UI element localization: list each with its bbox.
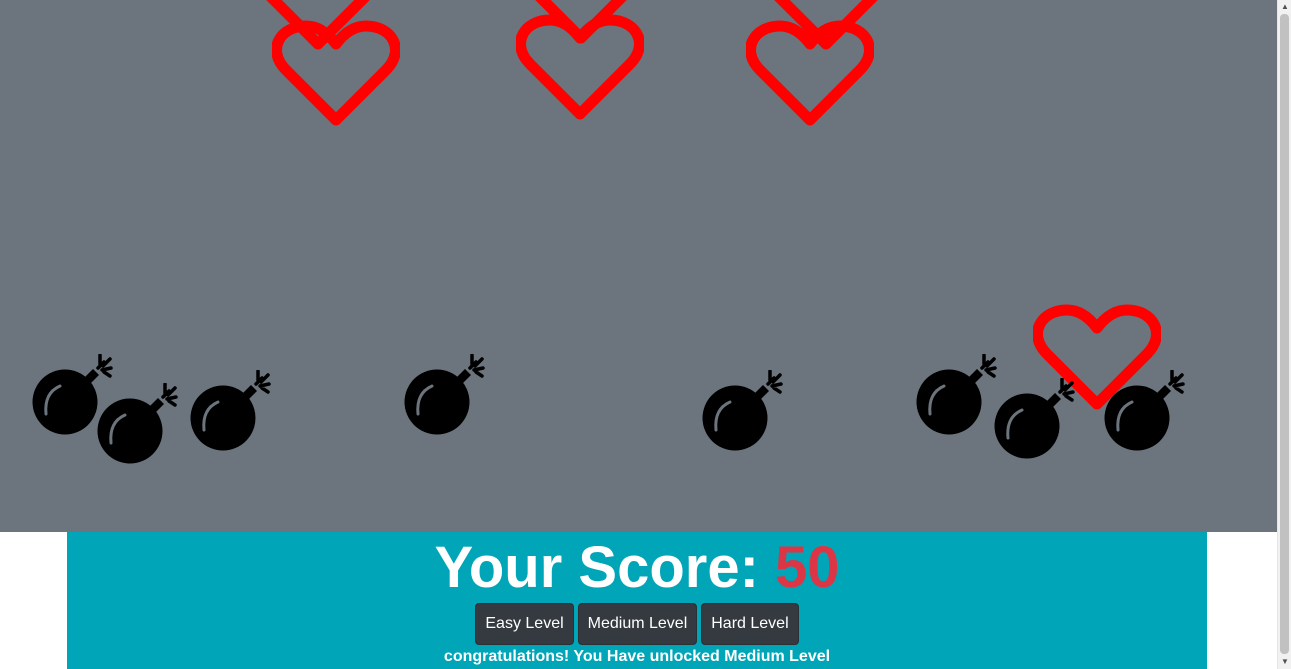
scroll-down-icon[interactable]: ▼ [1278,655,1291,669]
heart-outline-icon[interactable] [516,14,644,122]
bomb-icon[interactable] [404,354,486,436]
score-display: Your Score: 50 [67,535,1207,601]
vertical-scrollbar[interactable]: ▲ ▼ [1277,0,1291,669]
heart-outline-icon[interactable] [746,20,874,128]
hard-level-button[interactable]: Hard Level [701,603,799,645]
bomb-icon[interactable] [702,370,784,452]
unlock-message: congratulations! You Have unlocked Mediu… [443,648,831,665]
bomb-icon[interactable] [1104,370,1186,452]
scroll-up-icon[interactable]: ▲ [1278,0,1291,14]
scrollbar-thumb[interactable] [1280,14,1289,654]
level-buttons: Easy Level Medium Level Hard Level [67,603,1207,645]
medium-level-button[interactable]: Medium Level [577,603,698,645]
game-area[interactable] [0,0,1277,532]
score-label: Your Score: [434,535,759,600]
score-panel: Your Score: 50 Easy Level Medium Level H… [67,532,1207,669]
score-value: 50 [775,535,840,600]
bomb-icon[interactable] [994,378,1076,460]
bomb-icon[interactable] [97,383,179,465]
bomb-icon[interactable] [916,354,998,436]
bomb-icon[interactable] [190,370,272,452]
easy-level-button[interactable]: Easy Level [475,603,574,645]
heart-outline-icon[interactable] [272,20,400,128]
